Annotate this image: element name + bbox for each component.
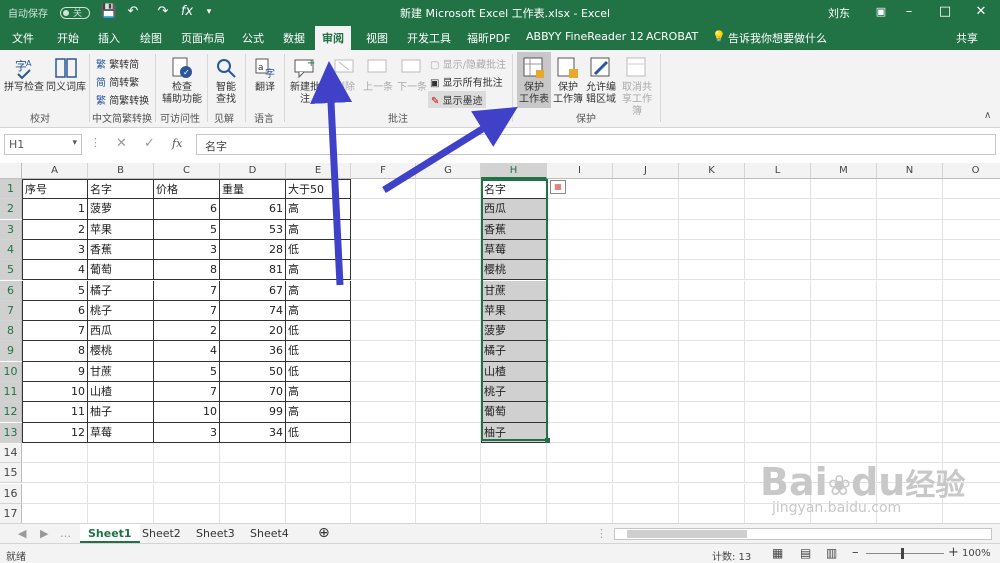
scroll-right-icon[interactable]: ▶ (40, 524, 48, 543)
sheet-tab-bar: ◀ ▶ … Sheet1 Sheet2 Sheet3 Sheet4 ⊕ ⋮ (0, 523, 1000, 543)
sheet-tab-4[interactable]: Sheet4 (250, 524, 289, 543)
zoom-slider-thumb[interactable] (901, 548, 904, 559)
sheet-tab-1[interactable]: Sheet1 (80, 524, 140, 543)
zoom-level[interactable]: 100% (962, 548, 991, 559)
sheet-more-icon[interactable]: … (60, 524, 71, 543)
add-sheet-icon[interactable]: ⊕ (318, 524, 330, 543)
status-bar: 就绪 计数: 13 ▦ ▤ ▥ – + 100% (0, 543, 1000, 563)
scroll-left-icon[interactable]: ◀ (18, 524, 26, 543)
scrollbar-thumb[interactable] (627, 530, 747, 538)
normal-view-icon[interactable]: ▦ (772, 546, 783, 560)
page-break-icon[interactable]: ▥ (826, 546, 837, 560)
status-count: 计数: 13 (712, 552, 752, 563)
sheet-tab-2[interactable]: Sheet2 (142, 524, 181, 543)
arrow-to-review-tab (310, 61, 353, 286)
watermark: Bai❀du经验 jingyan.baidu.com (760, 460, 966, 516)
zoom-out-icon[interactable]: – (852, 545, 859, 560)
sheet-tab-3[interactable]: Sheet3 (196, 524, 235, 543)
paw-icon: ❀ (827, 469, 852, 502)
sheet-more-right-icon: ⋮ (596, 527, 607, 540)
page-layout-icon[interactable]: ▤ (800, 546, 811, 560)
zoom-in-icon[interactable]: + (948, 545, 959, 560)
horizontal-scrollbar[interactable] (614, 528, 992, 540)
status-ready: 就绪 (6, 552, 26, 563)
arrow-to-protect-sheet (382, 106, 518, 193)
zoom-slider[interactable] (866, 553, 944, 554)
